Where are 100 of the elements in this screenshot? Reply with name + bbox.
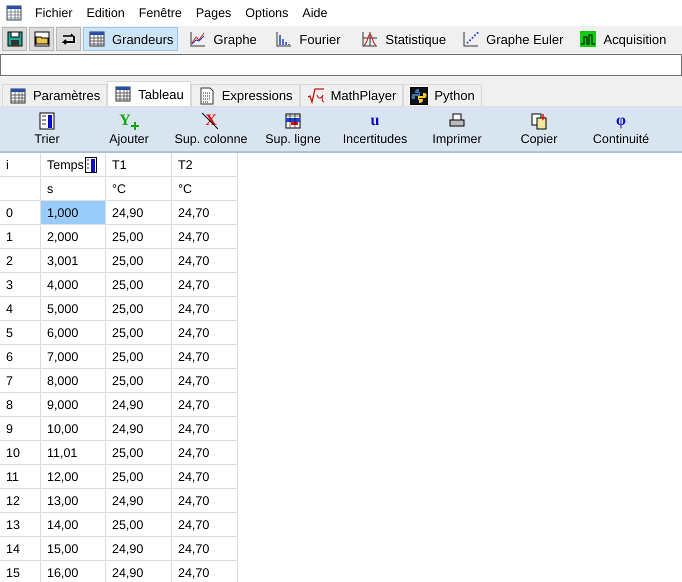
unit-cell: °C [172,177,238,201]
table-cell: 4,000 [41,273,106,297]
line-chart-icon [189,30,208,48]
table-cell: 24,70 [172,345,238,369]
table-cell: 24,70 [172,321,238,345]
table-cell: 25,00 [106,369,172,393]
table-cell: 9,000 [41,393,106,417]
table-cell: 24,70 [172,465,238,489]
row-index: 15 [0,561,41,582]
sort-icon [84,156,97,172]
menu-item[interactable]: Aide [295,6,334,20]
table-cell: 10,00 [41,417,106,441]
grid-icon [88,30,106,48]
square-root-icon [306,86,325,104]
table-cell: 24,70 [172,249,238,273]
snake-logo-icon [410,86,428,104]
bar-spectrum-icon [275,30,294,48]
row-index: 14 [0,537,41,561]
table-cell: 24,70 [172,273,238,297]
grid-icon [114,85,132,103]
row-index: 8 [0,393,41,417]
column-header: T2 [172,153,238,177]
toolbar-button[interactable]: Graphe Euler [457,27,568,51]
row-index: 6 [0,345,41,369]
folder-icon [32,30,50,48]
table-cell: 24,70 [172,393,238,417]
table-cell: 6,000 [41,321,106,345]
bell-curve-icon [361,30,380,48]
row-index: 2 [0,249,41,273]
tab[interactable]: MathPlayer [300,84,404,106]
table-cell: 14,00 [41,513,106,537]
toolbar-button[interactable] [2,27,27,51]
table-cell: 24,90 [106,393,172,417]
table-cell: 25,00 [106,249,172,273]
tab[interactable]: Expressions [190,84,300,106]
app-grid-icon [6,5,22,21]
table-cell: 25,00 [106,225,172,249]
table-cell: 7,000 [41,345,106,369]
command-field[interactable] [0,54,682,76]
tab[interactable]: Tableau [107,81,191,106]
row-index: 9 [0,417,41,441]
menu-item[interactable]: Pages [188,6,238,20]
toolbar-button[interactable]: Grandeurs [83,27,178,51]
table-cell: 24,90 [106,561,172,582]
table-cell: 2,000 [41,225,106,249]
table-cell: 24,90 [106,489,172,513]
toolbar-button[interactable]: Fourier [270,27,350,51]
column-header: T1 [106,153,172,177]
toolbar-button[interactable]: Sup. ligne [252,112,334,146]
tab[interactable]: Paramètres [2,84,108,106]
table-cell: 8,000 [41,369,106,393]
table-cell: 15,00 [41,537,106,561]
sort-icon [38,112,56,130]
toolbar-button[interactable]: Imprimer [416,112,498,146]
row-index: 1 [0,225,41,249]
grid-icon [9,86,27,104]
toolbar-button[interactable]: Copier [498,112,580,146]
menu-item[interactable]: Options [238,6,296,20]
row-index: 4 [0,297,41,321]
menu-item[interactable]: Fenêtre [132,6,189,20]
table-cell: 25,00 [106,465,172,489]
toolbar-button[interactable]: Graphe [184,27,264,51]
toolbar-button[interactable] [56,27,81,51]
signal-wave-icon [579,30,598,48]
menu-item[interactable]: Edition [80,6,132,20]
toolbar-button[interactable]: Statistique [356,27,452,51]
table-cell: 24,70 [172,513,238,537]
table-cell: 24,70 [172,417,238,441]
table-cell: 11,01 [41,441,106,465]
column-header: i [0,153,41,177]
table-cell: 25,00 [106,441,172,465]
table-cell: 25,00 [106,513,172,537]
empty-cell [0,177,41,201]
toolbar-button[interactable]: Y Ajouter [88,112,170,146]
table-cell: 24,70 [172,537,238,561]
toolbar-button[interactable]: φ Continuité [580,112,662,146]
copy-icon [530,112,548,130]
table-cell: 24,70 [172,201,238,225]
unit-cell: °C [106,177,172,201]
glyph-icon: φ [616,112,626,130]
table-cell: 24,70 [172,225,238,249]
row-index: 13 [0,513,41,537]
column-header: Temps [41,153,106,177]
row-index: 7 [0,369,41,393]
tab[interactable]: Python [403,84,482,106]
menu-item[interactable]: Fichier [28,6,80,20]
toolbar-button[interactable]: Acquisition [574,27,672,51]
row-index: 12 [0,489,41,513]
document-icon [198,86,216,104]
glyph-icon: u [370,112,380,130]
toolbar-button[interactable]: Trier [6,112,88,146]
table-cell: 25,00 [106,273,172,297]
toolbar-button[interactable] [29,27,54,51]
table-cell: 1,000 [41,201,106,225]
row-index: 10 [0,441,41,465]
table-cell: 25,00 [106,321,172,345]
table-cell: 13,00 [41,489,106,513]
table-cell: 25,00 [106,345,172,369]
toolbar-button[interactable]: u Incertitudes [334,112,416,146]
table-cell: 24,70 [172,369,238,393]
